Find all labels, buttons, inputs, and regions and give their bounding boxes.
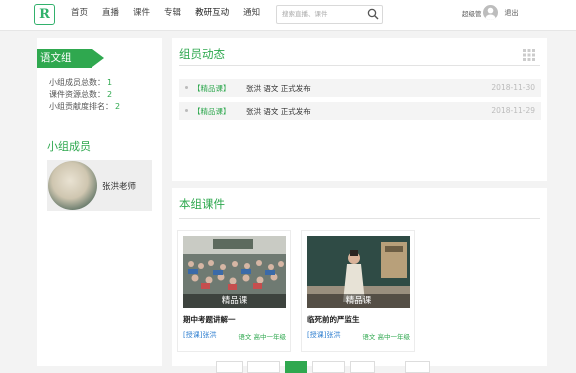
- member-name[interactable]: 张洪老师: [102, 180, 136, 192]
- course-title[interactable]: 期中考题讲解一: [183, 314, 236, 325]
- search-box: [276, 5, 383, 24]
- course-thumbnail[interactable]: 精品课: [307, 236, 410, 308]
- activity-item[interactable]: 【精品课】 张洪 语文 正式发布 2018-11-29: [179, 102, 541, 120]
- main-nav: 首页 直播 课件 专辑 教研互动 通知: [71, 7, 274, 19]
- stat-value: 2: [115, 102, 121, 111]
- nav-teaching-interaction[interactable]: 教研互动: [195, 7, 229, 19]
- course-thumbnail[interactable]: 精品课: [183, 236, 286, 308]
- group-sidebar: 语文组 小组成员总数： 1 课件资源总数： 2 小组贡献度排名： 2 小组成员 张洪老…: [37, 38, 162, 366]
- top-header: R 首页 直播 课件 专辑 教研互动 通知 超级管 退出: [0, 0, 576, 31]
- nav-notice[interactable]: 通知: [243, 7, 260, 19]
- user-area: 超级管 退出: [462, 5, 519, 20]
- search-input[interactable]: [282, 8, 362, 20]
- activity-text[interactable]: 张洪 语文 正式发布: [246, 83, 311, 94]
- group-name: 语文组: [37, 49, 104, 68]
- members-title: 小组成员: [47, 140, 91, 153]
- course-badge: 精品课: [307, 294, 410, 308]
- activity-tag: 【精品课】: [193, 107, 231, 116]
- activity-text[interactable]: 张洪 语文 正式发布: [246, 106, 311, 117]
- course-card[interactable]: 精品课 期中考题讲解一 [授课]张洪 语文 高中一年级: [177, 230, 291, 352]
- nav-home[interactable]: 首页: [71, 7, 88, 19]
- course-grade: 语文 高中一年级: [238, 333, 286, 341]
- bullet-icon: [185, 109, 188, 112]
- courses-title: 本组课件: [179, 197, 225, 211]
- user-icon: [485, 7, 495, 20]
- activity-title: 组员动态: [179, 47, 225, 61]
- stat-label: 小组贡献度排名：: [49, 102, 113, 111]
- divider: [179, 218, 540, 219]
- courses-panel: 本组课件 精品课 期中考题讲解一 [授课]张洪 语文 高中一年级 精品课 临死前…: [172, 188, 547, 366]
- pager-button[interactable]: [312, 361, 345, 373]
- member-card[interactable]: 张洪老师: [47, 160, 152, 211]
- stat-value: 1: [107, 78, 113, 87]
- course-card[interactable]: 精品课 临死前的严监生 [授课]张洪 语文 高中一年级: [301, 230, 415, 352]
- nav-courseware[interactable]: 课件: [133, 7, 150, 19]
- stat-label: 小组成员总数：: [49, 78, 105, 87]
- username[interactable]: 超级管: [462, 8, 482, 18]
- site-logo[interactable]: R: [34, 4, 55, 25]
- user-avatar[interactable]: [482, 5, 498, 20]
- pager-button[interactable]: [405, 361, 430, 373]
- grid-icon[interactable]: [523, 49, 535, 61]
- divider: [179, 65, 540, 66]
- bullet-icon: [185, 86, 188, 89]
- stat-resources: 课件资源总数： 2: [49, 89, 120, 101]
- stat-label: 课件资源总数：: [49, 90, 105, 99]
- stat-value: 2: [107, 90, 113, 99]
- course-badge: 精品课: [183, 294, 286, 308]
- activity-panel: 组员动态 【精品课】 张洪 语文 正式发布 2018-11-30 【精品课】 张…: [172, 38, 547, 181]
- pager-button[interactable]: [216, 361, 243, 373]
- activity-item[interactable]: 【精品课】 张洪 语文 正式发布 2018-11-30: [179, 79, 541, 97]
- activity-tag: 【精品课】: [193, 84, 231, 93]
- search-icon[interactable]: [367, 8, 379, 20]
- course-grade: 语文 高中一年级: [362, 333, 410, 341]
- course-author[interactable]: [授课]张洪: [307, 330, 340, 340]
- nav-album[interactable]: 专辑: [164, 7, 181, 19]
- pager-button[interactable]: [350, 361, 375, 373]
- logout-link[interactable]: 退出: [505, 8, 519, 18]
- pager-button-current[interactable]: [285, 361, 307, 373]
- course-author[interactable]: [授课]张洪: [183, 330, 216, 340]
- nav-live[interactable]: 直播: [102, 7, 119, 19]
- stat-members: 小组成员总数： 1: [49, 77, 120, 89]
- pager-button[interactable]: [247, 361, 280, 373]
- stat-rank: 小组贡献度排名： 2: [49, 101, 120, 113]
- group-stats: 小组成员总数： 1 课件资源总数： 2 小组贡献度排名： 2: [49, 77, 120, 113]
- member-avatar: [48, 161, 97, 210]
- activity-date: 2018-11-30: [491, 83, 535, 92]
- activity-date: 2018-11-29: [491, 106, 535, 115]
- course-title[interactable]: 临死前的严监生: [307, 314, 360, 325]
